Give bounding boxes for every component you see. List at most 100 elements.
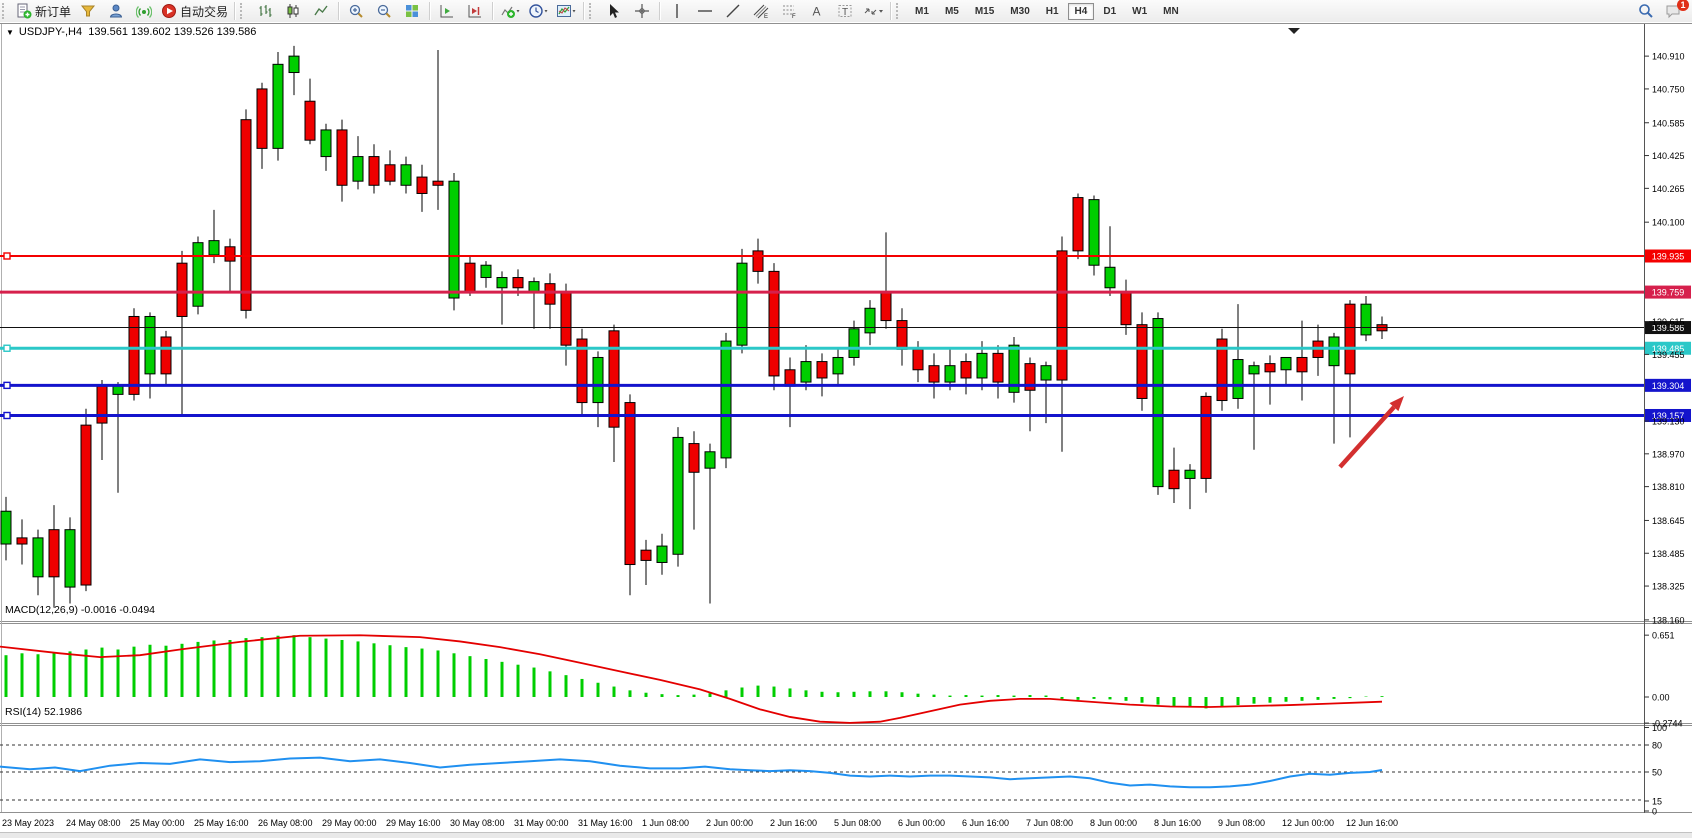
- candle-body[interactable]: [881, 292, 891, 321]
- auto-trading-button[interactable]: 自动交易: [158, 0, 231, 22]
- candle-body[interactable]: [785, 370, 795, 386]
- candle-body[interactable]: [321, 130, 331, 157]
- candle-body[interactable]: [641, 550, 651, 560]
- candle-body[interactable]: [1345, 304, 1355, 374]
- candle-body[interactable]: [849, 329, 859, 358]
- metaeditor-button[interactable]: [102, 0, 130, 22]
- candle-body[interactable]: [897, 321, 907, 350]
- candle-body[interactable]: [865, 308, 875, 333]
- line-handle[interactable]: [4, 412, 10, 418]
- candle-body[interactable]: [241, 120, 251, 311]
- candle-body[interactable]: [449, 181, 459, 298]
- timeframe-button-w1[interactable]: W1: [1125, 3, 1154, 20]
- line-handle[interactable]: [4, 345, 10, 351]
- candle-body[interactable]: [433, 181, 443, 185]
- candle-body[interactable]: [1, 511, 11, 544]
- candle-body[interactable]: [465, 263, 475, 292]
- candle-body[interactable]: [561, 292, 571, 345]
- candle-body[interactable]: [273, 64, 283, 148]
- candle-body[interactable]: [657, 546, 667, 562]
- candle-body[interactable]: [161, 337, 171, 374]
- candle-body[interactable]: [305, 101, 315, 140]
- candle-body[interactable]: [225, 247, 235, 261]
- timeframe-button-m1[interactable]: M1: [908, 3, 936, 20]
- candle-body[interactable]: [97, 386, 107, 423]
- timeframe-button-m30[interactable]: M30: [1003, 3, 1036, 20]
- candle-body[interactable]: [1281, 357, 1291, 369]
- line-handle[interactable]: [4, 382, 10, 388]
- chart-shift-marker-icon[interactable]: [1288, 28, 1300, 34]
- candle-body[interactable]: [1121, 292, 1131, 325]
- timeframe-button-m5[interactable]: M5: [938, 3, 966, 20]
- timeframe-button-h4[interactable]: H4: [1068, 3, 1095, 20]
- candle-body[interactable]: [961, 362, 971, 378]
- candle-body[interactable]: [929, 366, 939, 382]
- candle-body[interactable]: [673, 437, 683, 554]
- candle-body[interactable]: [721, 341, 731, 458]
- timeframe-button-h1[interactable]: H1: [1039, 3, 1066, 20]
- candle-body[interactable]: [993, 353, 1003, 382]
- signals-button[interactable]: [130, 0, 158, 22]
- deposit-button[interactable]: [74, 0, 102, 22]
- candle-body[interactable]: [65, 530, 75, 587]
- candle-body[interactable]: [481, 265, 491, 277]
- vertical-line-tool-button[interactable]: [663, 0, 691, 22]
- candle-body[interactable]: [1073, 198, 1083, 251]
- candle-body[interactable]: [1185, 470, 1195, 478]
- chart-shift-button[interactable]: [461, 0, 489, 22]
- candle-body[interactable]: [417, 177, 427, 193]
- candle-body[interactable]: [1105, 267, 1115, 288]
- new-order-button[interactable]: 新订单: [13, 0, 74, 22]
- candle-body[interactable]: [1137, 325, 1147, 399]
- candle-body[interactable]: [49, 530, 59, 577]
- candle-body[interactable]: [17, 538, 27, 544]
- indicators-button[interactable]: [496, 0, 524, 22]
- candle-body[interactable]: [1041, 366, 1051, 380]
- candle-body[interactable]: [769, 271, 779, 376]
- candle-body[interactable]: [177, 263, 187, 316]
- candle-body[interactable]: [817, 362, 827, 378]
- candle-body[interactable]: [1201, 396, 1211, 478]
- chart-canvas[interactable]: 139.935139.759139.586139.485139.304139.1…: [0, 22, 1692, 838]
- candle-body[interactable]: [369, 157, 379, 186]
- bar-chart-button[interactable]: [251, 0, 279, 22]
- candle-body[interactable]: [289, 56, 299, 72]
- candle-body[interactable]: [209, 241, 219, 255]
- line-handle[interactable]: [4, 253, 10, 259]
- candle-body[interactable]: [945, 366, 955, 382]
- candle-body[interactable]: [529, 282, 539, 292]
- candle-body[interactable]: [113, 386, 123, 394]
- candle-body[interactable]: [497, 278, 507, 288]
- candle-body[interactable]: [1265, 364, 1275, 372]
- line-chart-button[interactable]: [307, 0, 335, 22]
- timeframe-button-m15[interactable]: M15: [968, 3, 1001, 20]
- candle-body[interactable]: [833, 357, 843, 373]
- tile-windows-button[interactable]: [398, 0, 426, 22]
- candle-body[interactable]: [1361, 304, 1371, 335]
- candle-body[interactable]: [257, 89, 267, 148]
- zoom-out-button[interactable]: [370, 0, 398, 22]
- crosshair-tool-button[interactable]: [628, 0, 656, 22]
- candle-body[interactable]: [1233, 360, 1243, 399]
- text-label-tool-button[interactable]: T: [831, 0, 859, 22]
- auto-scroll-button[interactable]: [433, 0, 461, 22]
- candle-body[interactable]: [1297, 357, 1307, 371]
- cursor-tool-button[interactable]: [600, 0, 628, 22]
- timeframe-button-mn[interactable]: MN: [1156, 3, 1186, 20]
- candle-body[interactable]: [401, 165, 411, 186]
- horizontal-line-tool-button[interactable]: [691, 0, 719, 22]
- candle-body[interactable]: [129, 316, 139, 394]
- fibonacci-tool-button[interactable]: F: [775, 0, 803, 22]
- arrows-tool-button[interactable]: [859, 0, 887, 22]
- candle-body[interactable]: [81, 425, 91, 585]
- candle-body[interactable]: [705, 452, 715, 468]
- candle-body[interactable]: [913, 349, 923, 370]
- candle-body[interactable]: [513, 278, 523, 288]
- candle-body[interactable]: [625, 403, 635, 565]
- timeframe-button-d1[interactable]: D1: [1096, 3, 1123, 20]
- candlestick-chart-button[interactable]: [279, 0, 307, 22]
- candle-body[interactable]: [353, 157, 363, 182]
- candle-body[interactable]: [593, 357, 603, 402]
- zoom-in-button[interactable]: [342, 0, 370, 22]
- candle-body[interactable]: [977, 353, 987, 378]
